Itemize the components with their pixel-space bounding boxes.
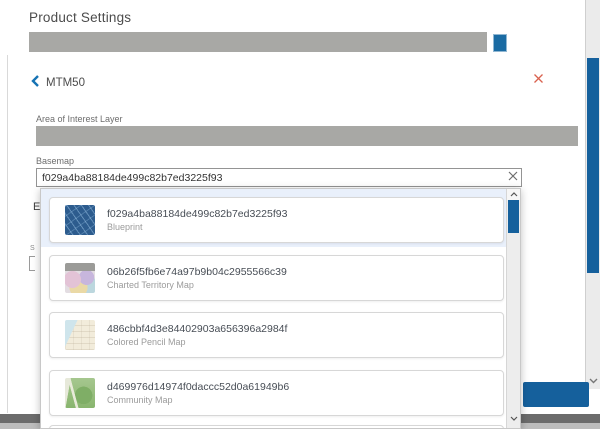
dropdown-scrollbar-thumb[interactable] — [508, 200, 519, 233]
primary-action-button[interactable] — [523, 382, 589, 407]
colored-pencil-thumbnail — [65, 320, 95, 350]
blueprint-thumbnail — [65, 205, 95, 235]
close-icon — [533, 71, 544, 89]
basemap-option-community[interactable]: d469976d14974f0daccc52d0a61949b6 Communi… — [49, 370, 504, 416]
chevron-up-icon[interactable] — [507, 189, 520, 200]
product-settings-window: Product Settings MTM50 Area of Interest … — [0, 0, 600, 429]
panel-left-border — [7, 55, 8, 413]
basemap-option-name: Charted Territory Map — [107, 279, 287, 291]
blue-action-button[interactable] — [493, 34, 507, 52]
basemap-option-id: 486cbbf4d3e84402903a656396a2984f — [107, 322, 287, 336]
page-title: Product Settings — [29, 10, 131, 25]
window-scrollbar-thumb[interactable] — [587, 58, 599, 273]
chevron-down-icon[interactable] — [507, 413, 520, 424]
back-button[interactable]: MTM50 — [31, 74, 85, 92]
obscured-label-fragment: S — [30, 245, 35, 252]
community-map-thumbnail — [65, 378, 95, 408]
redacted-header-bar — [29, 32, 487, 52]
basemap-option-colored-pencil[interactable]: 486cbbf4d3e84402903a656396a2984f Colored… — [49, 312, 504, 358]
aoi-field-label: Area of Interest Layer — [36, 114, 123, 124]
clear-x-icon — [508, 168, 518, 186]
basemap-option-id: f029a4ba88184de499c82b7ed3225f93 — [107, 207, 287, 221]
basemap-input[interactable] — [36, 168, 522, 187]
basemap-option-id: d469976d14974f0daccc52d0a61949b6 — [107, 380, 289, 394]
chevron-left-icon — [31, 74, 39, 92]
basemap-option-blueprint[interactable]: f029a4ba88184de499c82b7ed3225f93 Bluepri… — [49, 197, 504, 243]
clear-input-button[interactable] — [505, 169, 521, 185]
obscured-checkbox[interactable] — [29, 256, 35, 271]
basemap-option-partial[interactable] — [49, 425, 504, 429]
charted-territory-thumbnail — [65, 263, 95, 293]
back-label: MTM50 — [46, 77, 85, 89]
close-button[interactable] — [530, 72, 546, 88]
dropdown-scrollbar-track[interactable] — [506, 189, 520, 429]
basemap-dropdown-list: f029a4ba88184de499c82b7ed3225f93 Bluepri… — [40, 188, 521, 429]
basemap-option-id: 06b26f5fb6e74a97b9b04c2955566c39 — [107, 265, 287, 279]
basemap-option-name: Colored Pencil Map — [107, 336, 287, 348]
basemap-field-label: Basemap — [36, 156, 74, 166]
basemap-option-name: Blueprint — [107, 221, 287, 233]
basemap-option-charted-territory[interactable]: 06b26f5fb6e74a97b9b04c2955566c39 Charted… — [49, 255, 504, 301]
basemap-option-name: Community Map — [107, 394, 289, 406]
aoi-redacted-field[interactable] — [36, 126, 578, 146]
